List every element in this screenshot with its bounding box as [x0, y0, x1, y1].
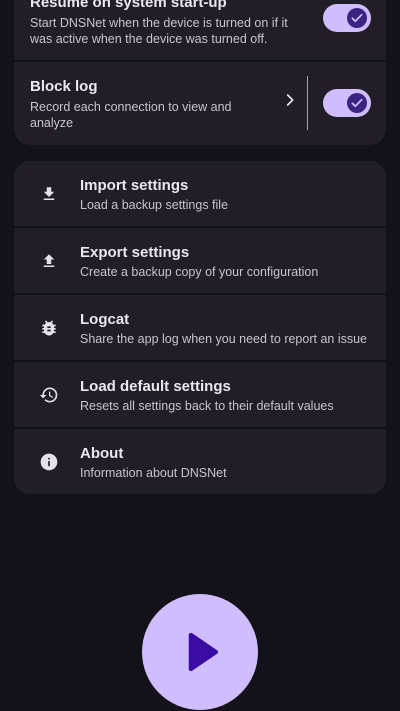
- settings-screen: Resume on system start-up Start DNSNet w…: [0, 0, 400, 711]
- switch-thumb: [347, 8, 367, 28]
- resume-on-startup-title: Resume on system start-up: [30, 0, 227, 11]
- resume-on-startup-subtitle: Start DNSNet when the device is turned o…: [30, 16, 288, 46]
- block-log-subtitle: Record each connection to view and analy…: [30, 100, 232, 130]
- about-title: About: [80, 445, 124, 462]
- logcat-item[interactable]: Logcat Share the app log when you need t…: [14, 295, 386, 360]
- import-settings-item[interactable]: Import settings Load a backup settings f…: [14, 161, 386, 226]
- import-settings-title: Import settings: [80, 177, 189, 194]
- block-log-title: Block log: [30, 78, 98, 95]
- export-settings-subtitle: Create a backup copy of your configurati…: [80, 265, 319, 279]
- play-icon: [188, 632, 219, 672]
- toggle-settings-card: Resume on system start-up Start DNSNet w…: [14, 0, 386, 145]
- restore-icon: [38, 384, 60, 406]
- resume-on-startup-switch[interactable]: [323, 4, 371, 32]
- download-icon: [38, 183, 60, 205]
- load-default-settings-item[interactable]: Load default settings Resets all setting…: [14, 362, 386, 427]
- import-settings-subtitle: Load a backup settings file: [80, 198, 229, 212]
- block-log-switch[interactable]: [323, 89, 371, 117]
- actions-list: Import settings Load a backup settings f…: [14, 161, 386, 496]
- load-default-settings-title: Load default settings: [80, 378, 231, 395]
- export-settings-item[interactable]: Export settings Create a backup copy of …: [14, 228, 386, 293]
- check-icon: [351, 98, 363, 108]
- start-vpn-button[interactable]: [142, 594, 258, 710]
- vertical-divider: [307, 76, 308, 130]
- resume-on-startup-row[interactable]: Resume on system start-up Start DNSNet w…: [14, 0, 386, 60]
- logcat-title: Logcat: [80, 311, 130, 328]
- chevron-right-icon[interactable]: [282, 92, 298, 108]
- about-subtitle: Information about DNSNet: [80, 466, 227, 480]
- upload-icon: [38, 250, 60, 272]
- info-icon: [38, 451, 60, 473]
- export-settings-title: Export settings: [80, 244, 190, 261]
- about-item[interactable]: About Information about DNSNet: [14, 429, 386, 494]
- switch-thumb: [347, 93, 367, 113]
- logcat-subtitle: Share the app log when you need to repor…: [80, 332, 368, 346]
- check-icon: [351, 13, 363, 23]
- bug-icon: [38, 317, 60, 339]
- load-default-settings-subtitle: Resets all settings back to their defaul…: [80, 399, 334, 413]
- block-log-row[interactable]: Block log Record each connection to view…: [14, 62, 386, 145]
